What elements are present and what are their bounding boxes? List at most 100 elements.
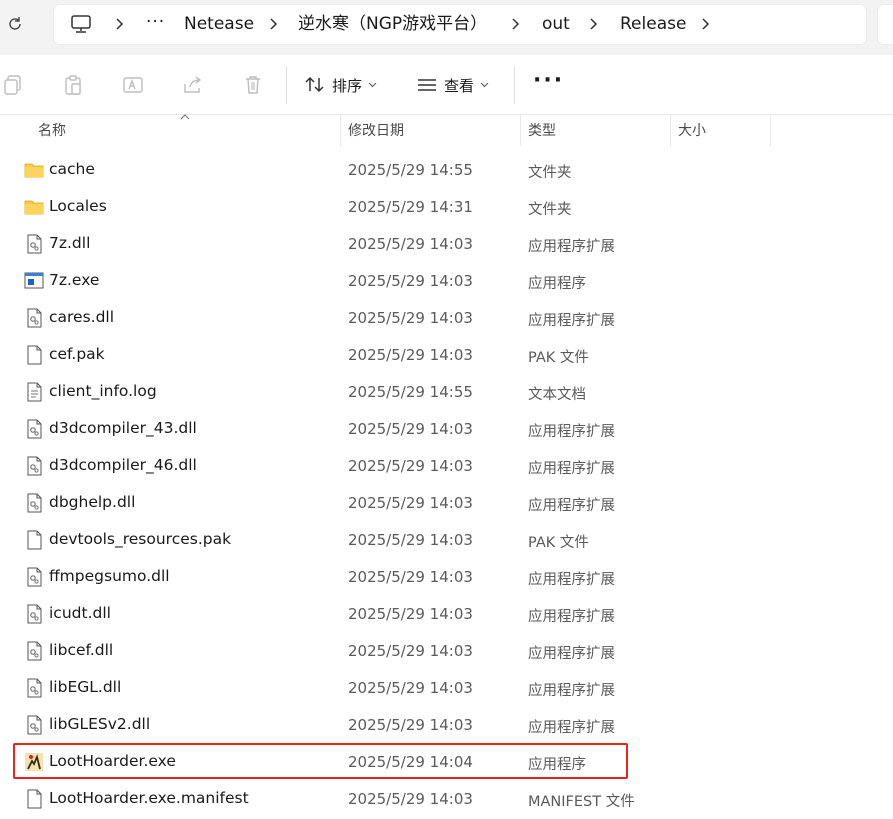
file-row[interactable]: libcef.dll 2025/5/29 14:03 应用程序扩展 xyxy=(0,633,893,670)
more-options-button[interactable]: ··· xyxy=(533,70,564,92)
column-divider[interactable] xyxy=(520,114,521,146)
chevron-down-icon xyxy=(480,82,489,88)
file-row[interactable]: cef.pak 2025/5/29 14:03 PAK 文件 xyxy=(0,337,893,374)
file-name[interactable]: LootHoarder.exe.manifest xyxy=(49,789,249,807)
file-row[interactable]: cares.dll 2025/5/29 14:03 应用程序扩展 xyxy=(0,300,893,337)
sort-label: 排序 xyxy=(332,76,363,95)
file-row[interactable]: ffmpegsumo.dll 2025/5/29 14:03 应用程序扩展 xyxy=(0,559,893,596)
file-name[interactable]: devtools_resources.pak xyxy=(49,530,231,548)
file-date-modified: 2025/5/29 14:03 xyxy=(348,568,473,586)
file-name[interactable]: libEGL.dll xyxy=(49,678,121,696)
file-row[interactable]: libEGL.dll 2025/5/29 14:03 应用程序扩展 xyxy=(0,670,893,707)
sort-ascending-icon xyxy=(180,114,190,120)
file-date-modified: 2025/5/29 14:03 xyxy=(348,272,473,290)
file-date-modified: 2025/5/29 14:03 xyxy=(348,605,473,623)
share-icon[interactable] xyxy=(182,74,204,96)
sort-button[interactable]: 排序 xyxy=(304,74,377,96)
toolbar-divider xyxy=(514,66,515,104)
paste-icon[interactable] xyxy=(62,74,84,96)
file-name[interactable]: dbghelp.dll xyxy=(49,493,135,511)
file-type: 应用程序扩展 xyxy=(528,313,615,329)
column-divider[interactable] xyxy=(670,114,671,146)
folder-row[interactable]: cache 2025/5/29 14:55 文件夹 xyxy=(0,152,893,189)
file-name[interactable]: cache xyxy=(49,160,95,178)
file-row[interactable]: LootHoarder.exe.manifest 2025/5/29 14:03 M… xyxy=(0,781,893,818)
file-name[interactable]: cef.pak xyxy=(49,345,105,363)
file-date-modified: 2025/5/29 14:03 xyxy=(348,494,473,512)
file-date-modified: 2025/5/29 14:03 xyxy=(348,420,473,438)
file-type: 应用程序扩展 xyxy=(528,424,615,440)
file-type: 应用程序扩展 xyxy=(528,683,615,699)
highlight-annotation xyxy=(13,743,628,779)
column-date-modified[interactable]: 修改日期 xyxy=(348,120,404,140)
file-name[interactable]: d3dcompiler_43.dll xyxy=(49,419,197,437)
breadcrumb-out[interactable]: out xyxy=(542,13,570,35)
file-row[interactable]: client_info.log 2025/5/29 14:55 文本文档 xyxy=(0,374,893,411)
address-bar[interactable]: ··· Netease 逆水寒（NGP游戏平台） out Release xyxy=(54,5,866,44)
file-date-modified: 2025/5/29 14:03 xyxy=(348,235,473,253)
file-name[interactable]: 7z.dll xyxy=(49,234,90,252)
file-name[interactable]: libGLESv2.dll xyxy=(49,715,150,733)
column-header-row: 名称 修改日期 类型 大小 xyxy=(0,114,893,146)
address-strip: ··· Netease 逆水寒（NGP游戏平台） out Release xyxy=(0,0,893,55)
breadcrumb-netease[interactable]: Netease xyxy=(184,13,254,35)
dll-icon xyxy=(24,604,44,624)
dll-icon xyxy=(24,308,44,328)
file-type: PAK 文件 xyxy=(528,350,589,366)
chevron-down-icon xyxy=(368,82,377,88)
breadcrumb-nishuihan[interactable]: 逆水寒（NGP游戏平台） xyxy=(298,13,487,35)
column-divider[interactable] xyxy=(770,114,771,146)
file-name[interactable]: ffmpegsumo.dll xyxy=(49,567,170,585)
view-button[interactable]: 查看 xyxy=(416,74,489,96)
file-name[interactable]: d3dcompiler_46.dll xyxy=(49,456,197,474)
file-type: 文本文档 xyxy=(528,387,586,403)
file-date-modified: 2025/5/29 14:03 xyxy=(348,716,473,734)
breadcrumb-release[interactable]: Release xyxy=(620,13,686,35)
dll-icon xyxy=(24,234,44,254)
column-divider[interactable] xyxy=(340,114,341,146)
view-icon xyxy=(418,79,436,91)
file-row[interactable]: icudt.dll 2025/5/29 14:03 应用程序扩展 xyxy=(0,596,893,633)
delete-icon[interactable] xyxy=(242,74,264,96)
folder-row[interactable]: Locales 2025/5/29 14:31 文件夹 xyxy=(0,189,893,226)
file-type: 应用程序扩展 xyxy=(528,239,615,255)
column-size[interactable]: 大小 xyxy=(678,120,706,140)
dll-icon xyxy=(24,419,44,439)
file-name[interactable]: icudt.dll xyxy=(49,604,111,622)
file-type: 应用程序扩展 xyxy=(528,498,615,514)
dll-icon xyxy=(24,493,44,513)
file-type: 应用程序扩展 xyxy=(528,609,615,625)
text-file-icon xyxy=(24,382,44,402)
file-row[interactable]: 7z.exe 2025/5/29 14:03 应用程序 xyxy=(0,263,893,300)
this-pc-icon[interactable] xyxy=(70,14,92,34)
column-type[interactable]: 类型 xyxy=(528,120,556,140)
copy-icon[interactable] xyxy=(2,74,24,96)
file-name[interactable]: 7z.exe xyxy=(49,271,99,289)
file-name[interactable]: Locales xyxy=(49,197,107,215)
chevron-right-icon[interactable] xyxy=(110,15,128,33)
file-row[interactable]: d3dcompiler_46.dll 2025/5/29 14:03 应用程序扩展 xyxy=(0,448,893,485)
file-date-modified: 2025/5/29 14:03 xyxy=(348,457,473,475)
command-bar: 排序 查看 ··· xyxy=(0,56,893,115)
chevron-right-icon[interactable] xyxy=(584,15,602,33)
refresh-icon[interactable] xyxy=(6,15,24,33)
file-row[interactable]: libGLESv2.dll 2025/5/29 14:03 应用程序扩展 xyxy=(0,707,893,744)
file-name[interactable]: libcef.dll xyxy=(49,641,113,659)
file-name[interactable]: cares.dll xyxy=(49,308,114,326)
file-row[interactable]: d3dcompiler_43.dll 2025/5/29 14:03 应用程序扩展 xyxy=(0,411,893,448)
file-type: 文件夹 xyxy=(528,202,572,218)
chevron-right-icon[interactable] xyxy=(264,15,282,33)
column-name[interactable]: 名称 xyxy=(38,120,66,140)
file-type: 应用程序扩展 xyxy=(528,720,615,736)
chevron-right-icon[interactable] xyxy=(696,15,714,33)
rename-icon[interactable] xyxy=(122,74,144,96)
chevron-right-icon[interactable] xyxy=(506,15,524,33)
search-box[interactable] xyxy=(878,5,893,44)
file-row[interactable]: 7z.dll 2025/5/29 14:03 应用程序扩展 xyxy=(0,226,893,263)
file-type: PAK 文件 xyxy=(528,535,589,551)
file-row[interactable]: devtools_resources.pak 2025/5/29 14:03 PAK… xyxy=(0,522,893,559)
file-name[interactable]: client_info.log xyxy=(49,382,157,400)
file-type: 应用程序扩展 xyxy=(528,646,615,662)
file-row[interactable]: dbghelp.dll 2025/5/29 14:03 应用程序扩展 xyxy=(0,485,893,522)
breadcrumb-overflow[interactable]: ··· xyxy=(146,12,165,32)
